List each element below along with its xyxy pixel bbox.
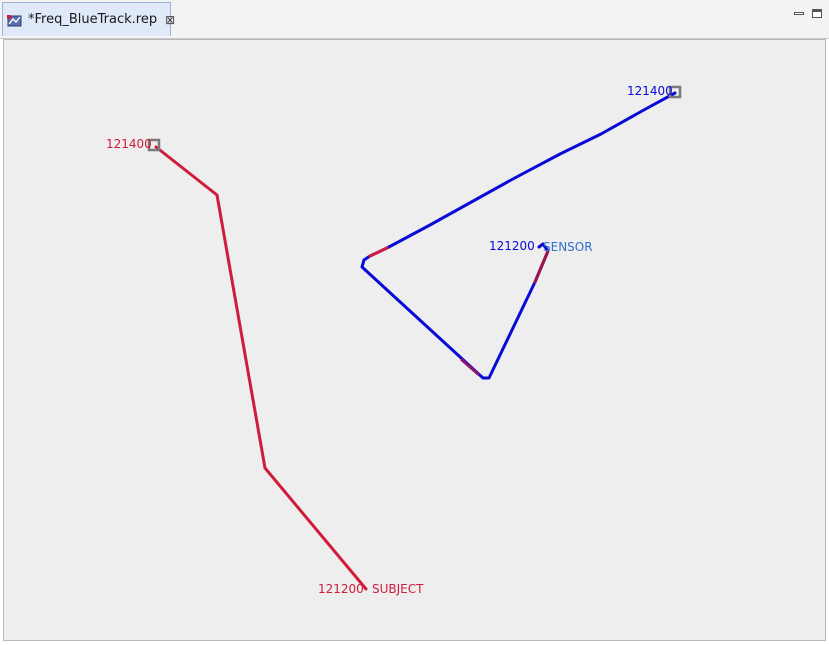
subject-end-time-label: 121400 xyxy=(106,137,152,151)
sensor-name-label: SENSOR xyxy=(543,240,593,254)
sensor-track-highlight-2 xyxy=(460,358,480,376)
sensor-track-highlight-3 xyxy=(368,246,389,258)
sensor-start-time-label: 121200 xyxy=(489,239,535,253)
subject-name-label: SUBJECT xyxy=(372,582,424,596)
track-plot[interactable]: 121400 121200 SUBJECT 121400 121200 SENS… xyxy=(0,0,829,645)
sensor-end-time-label: 121400 xyxy=(627,84,673,98)
sensor-track-line[interactable] xyxy=(360,91,677,380)
subject-start-time-label: 121200 xyxy=(318,582,364,596)
sensor-track-highlight-1 xyxy=(533,249,550,284)
subject-track-line[interactable] xyxy=(154,145,368,591)
